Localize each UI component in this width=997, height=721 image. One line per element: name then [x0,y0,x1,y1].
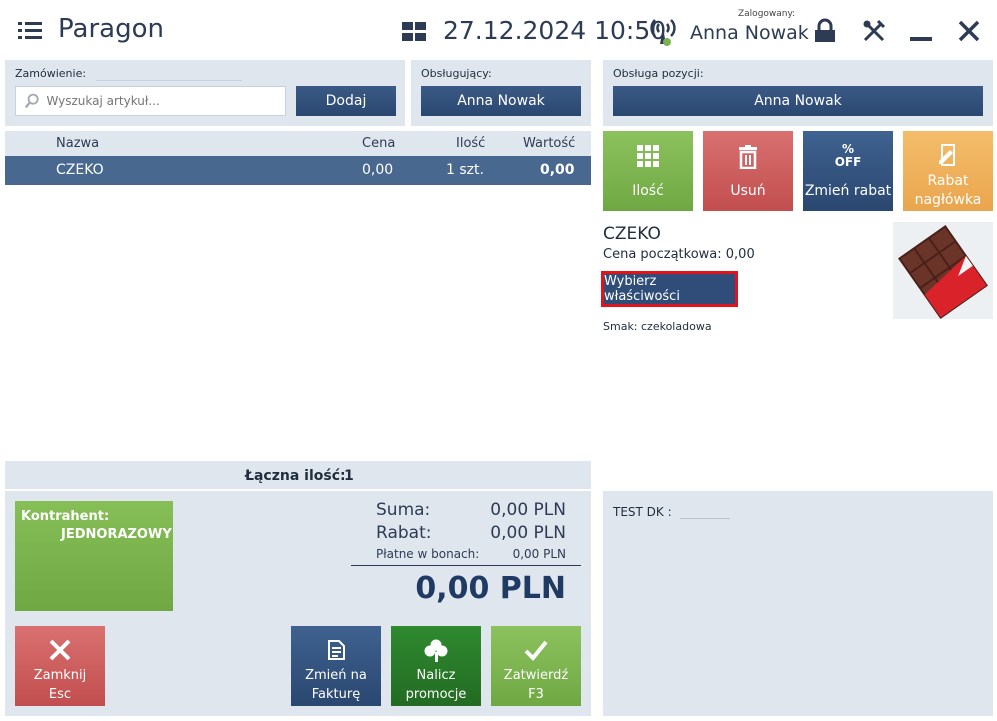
change-to-invoice-label-1: Zmień na [305,668,367,683]
customer-button[interactable]: Kontrahent: JEDNORAZOWY [15,501,173,611]
vouchers-label: Płatne w bonach: [376,547,480,561]
invoice-icon [291,638,381,662]
off-text: OFF [834,155,862,169]
search-input[interactable] [46,94,285,108]
test-dk-panel [603,491,993,716]
close-receipt-button[interactable]: Zamknij Esc [15,626,105,706]
header-discount-label-2: nagłówka [914,192,982,208]
item-service-button[interactable]: Anna Nowak [613,86,983,116]
header-discount-button[interactable]: Rabat nagłówka [903,131,993,211]
delete-button[interactable]: Usuń [703,131,793,211]
item-name: CZEKO [603,224,661,244]
apply-promotions-button[interactable]: Nalicz promocje [391,626,481,706]
logged-user: Anna Nowak [690,22,809,44]
col-value[interactable]: Wartość [523,136,575,151]
col-qty[interactable]: Ilość [456,136,485,151]
test-dk-underline [680,518,730,519]
customer-label: Kontrahent: [21,509,110,524]
confirm-label-2: F3 [528,687,544,702]
qty-button[interactable]: Ilość [603,131,693,211]
app-title: Paragon [58,14,164,44]
edit-document-icon [903,143,993,167]
minimize-icon[interactable] [908,18,934,44]
apply-promotions-label-2: promocje [405,687,467,702]
search-icon [24,93,39,109]
row-qty: 1 szt. [446,162,484,178]
order-underline [96,80,242,81]
header-bar: Paragon 27.12.2024 10:50 Zalogowany: Ann… [0,0,997,60]
grid-icon [603,145,693,167]
signal-icon [650,16,676,46]
close-receipt-label-2: Esc [48,687,72,702]
product-image [893,222,993,319]
apply-promotions-label-1: Nalicz [416,668,456,683]
confirm-button[interactable]: Zatwierdź F3 [491,626,581,706]
change-to-invoice-label-2: Fakturę [311,687,361,702]
item-initial-price: Cena początkowa: 0,00 [603,247,755,262]
confirm-label-1: Zatwierdź [503,668,569,683]
menu-icon[interactable] [18,22,42,40]
total-qty-label: Łączna ilość: [245,468,346,484]
item-service-label: Obsługa pozycji: [613,67,704,80]
lock-icon[interactable] [812,18,838,44]
discount-label: Rabat: [376,523,432,543]
datetime: 27.12.2024 10:50 [443,16,667,45]
summary-divider [351,565,581,566]
pos-window: Paragon 27.12.2024 10:50 Zalogowany: Ann… [0,0,997,721]
delete-label: Usuń [730,183,766,199]
row-name: CZEKO [56,162,104,178]
vouchers-value: 0,00 PLN [512,547,566,561]
test-dk-label: TEST DK : [613,505,672,519]
row-price: 0,00 [362,162,394,178]
customer-value: JEDNORAZOWY [61,527,172,542]
col-price[interactable]: Cena [362,136,395,151]
tools-icon[interactable] [861,18,887,44]
choose-properties-button[interactable]: Wybierz właściwości [601,271,738,307]
served-by-label: Obsługujący: [421,67,492,80]
grid-icon[interactable] [402,22,426,42]
add-button[interactable]: Dodaj [296,86,396,116]
search-input-box[interactable] [15,86,286,116]
change-discount-button[interactable]: % OFF Zmień rabat [803,131,893,211]
x-icon [15,638,105,662]
sum-value: 0,00 PLN [490,500,566,520]
total-qty-value: 1 [344,468,354,484]
change-to-invoice-button[interactable]: Zmień na Fakturę [291,626,381,706]
served-by-button[interactable]: Anna Nowak [421,86,581,116]
col-name[interactable]: Nazwa [56,136,99,151]
close-receipt-label-1: Zamknij [33,668,87,683]
sum-label: Suma: [376,500,431,520]
trash-icon [703,145,793,169]
order-label: Zamówienie: [15,67,87,80]
clover-icon [391,638,481,664]
percent-off-icon: % OFF [834,142,862,169]
logged-label: Zalogowany: [738,9,796,19]
qty-label: Ilość [632,183,664,199]
row-value: 0,00 [540,162,575,178]
total-amount: 0,00 PLN [415,571,566,606]
change-discount-label: Zmień rabat [804,183,892,199]
item-flavor: Smak: czekoladowa [603,320,712,333]
chocolate-icon [898,225,988,319]
discount-value: 0,00 PLN [490,523,566,543]
header-discount-label-1: Rabat [927,173,969,189]
close-icon[interactable] [956,18,982,44]
check-icon [491,638,581,662]
